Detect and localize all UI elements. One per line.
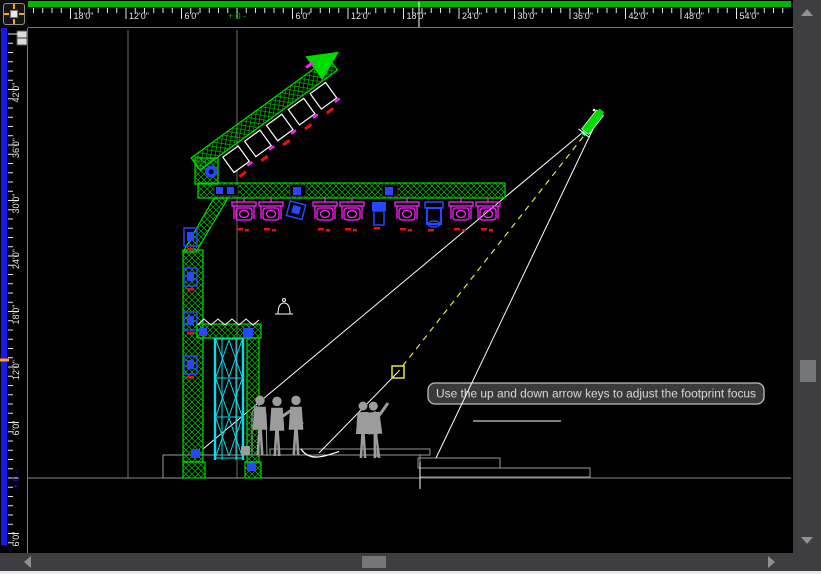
ruler-label: 6'0"	[185, 11, 200, 21]
moving-head-fixture[interactable]	[313, 198, 337, 232]
ruler-label: 12'0"	[129, 11, 149, 21]
performer[interactable]	[289, 396, 304, 455]
vertical-scrollbar[interactable]	[793, 0, 821, 553]
truss-brace	[183, 198, 228, 252]
vertical-ruler[interactable]: 42'0" 36'0" 30'0" 24'0" 18'0" 12'0" 6'0" 6'0" + …	[0, 28, 28, 553]
ruler-label: 18'0"	[74, 11, 94, 21]
performer[interactable]	[270, 397, 285, 456]
ruler-origin-label: + 0 -	[228, 11, 246, 21]
ruler-label: 42'0"	[11, 83, 21, 103]
moving-head-fixture[interactable]	[340, 198, 364, 232]
ruler-label: 12'0"	[351, 11, 371, 21]
ruler-label: 36'0"	[11, 138, 21, 158]
vertical-scroll-thumb[interactable]	[800, 360, 816, 382]
moving-head-fixture[interactable]	[259, 198, 283, 232]
line-array-boom-truss[interactable]	[182, 39, 365, 195]
lift-tower-cyan[interactable]	[215, 338, 243, 460]
hanging-mic-icon	[275, 299, 293, 315]
moving-head-fixture[interactable]	[476, 198, 500, 232]
ruler-label: 12'0"	[11, 360, 21, 380]
scrollbar-corner	[793, 553, 821, 571]
fixture-dot	[593, 109, 596, 112]
origin-center-icon	[10, 10, 18, 18]
ruler-label: 30'0"	[11, 194, 21, 214]
tower-clamp	[191, 449, 200, 458]
ruler-label: 42'0"	[629, 11, 649, 21]
origin-reset-widget[interactable]	[0, 0, 28, 28]
ruler-label: 48'0"	[684, 11, 704, 21]
stage-monitor	[241, 446, 250, 455]
ruler-label: 18'0"	[11, 305, 21, 325]
horizontal-ruler[interactable]: 18'0" 12'0" 6'0" 6'0" 12'0" 18'0" 24'0" 30'0" 36…	[28, 0, 793, 28]
horizontal-scrollbar[interactable]	[0, 553, 793, 571]
application-window: 18'0" 12'0" 6'0" 6'0" 12'0" 18'0" 24'0" 30'0" 36…	[0, 0, 821, 574]
ruler-cursor-marker	[0, 359, 9, 362]
blue-fixture[interactable]	[286, 201, 305, 220]
ruler-label: 36'0"	[573, 11, 593, 21]
blue-fixture[interactable]	[425, 202, 443, 232]
ruler-label: 30'0"	[518, 11, 538, 21]
origin-dash-bottom-icon	[13, 19, 15, 24]
tower-clamp	[247, 462, 256, 471]
ruler-blue-strip	[1, 28, 7, 545]
screen-structure[interactable]	[197, 319, 261, 462]
origin-dash-top-icon	[13, 4, 15, 9]
ruler-label: 6'0"	[11, 421, 21, 436]
drawing-canvas[interactable]: Use the up and down arrow keys to adjust…	[28, 28, 793, 553]
moving-head-fixture[interactable]	[395, 198, 419, 232]
ruler-green-strip	[28, 1, 791, 7]
scroll-down-arrow-icon[interactable]	[801, 537, 813, 544]
fixture-row[interactable]	[232, 198, 500, 232]
performer[interactable]	[366, 401, 384, 458]
origin-dash-right-icon	[19, 13, 24, 15]
ruler-label: 6'0"	[11, 532, 21, 547]
origin-dash-left-icon	[4, 13, 9, 15]
ruler-origin-label: + 0 -	[11, 471, 21, 489]
horizontal-scroll-thumb[interactable]	[362, 556, 386, 568]
scroll-left-arrow-icon[interactable]	[24, 556, 31, 568]
scroll-up-arrow-icon[interactable]	[801, 9, 813, 16]
blue-fixture[interactable]	[372, 202, 386, 230]
moving-head-fixture[interactable]	[232, 198, 256, 232]
tooltip-text: Use the up and down arrow keys to adjust…	[436, 387, 756, 401]
performer[interactable]	[356, 402, 370, 459]
scroll-right-arrow-icon[interactable]	[768, 556, 775, 568]
tooltip: Use the up and down arrow keys to adjust…	[428, 383, 764, 404]
ruler-label: 24'0"	[462, 11, 482, 21]
beam-footprint	[301, 449, 339, 457]
ruler-label: 18'0"	[407, 11, 427, 21]
grid-lines	[28, 30, 791, 478]
ruler-label: 54'0"	[740, 11, 760, 21]
followspot-fixture[interactable]	[577, 106, 607, 139]
ruler-label: 24'0"	[11, 249, 21, 269]
ruler-label: 6'0"	[296, 11, 311, 21]
